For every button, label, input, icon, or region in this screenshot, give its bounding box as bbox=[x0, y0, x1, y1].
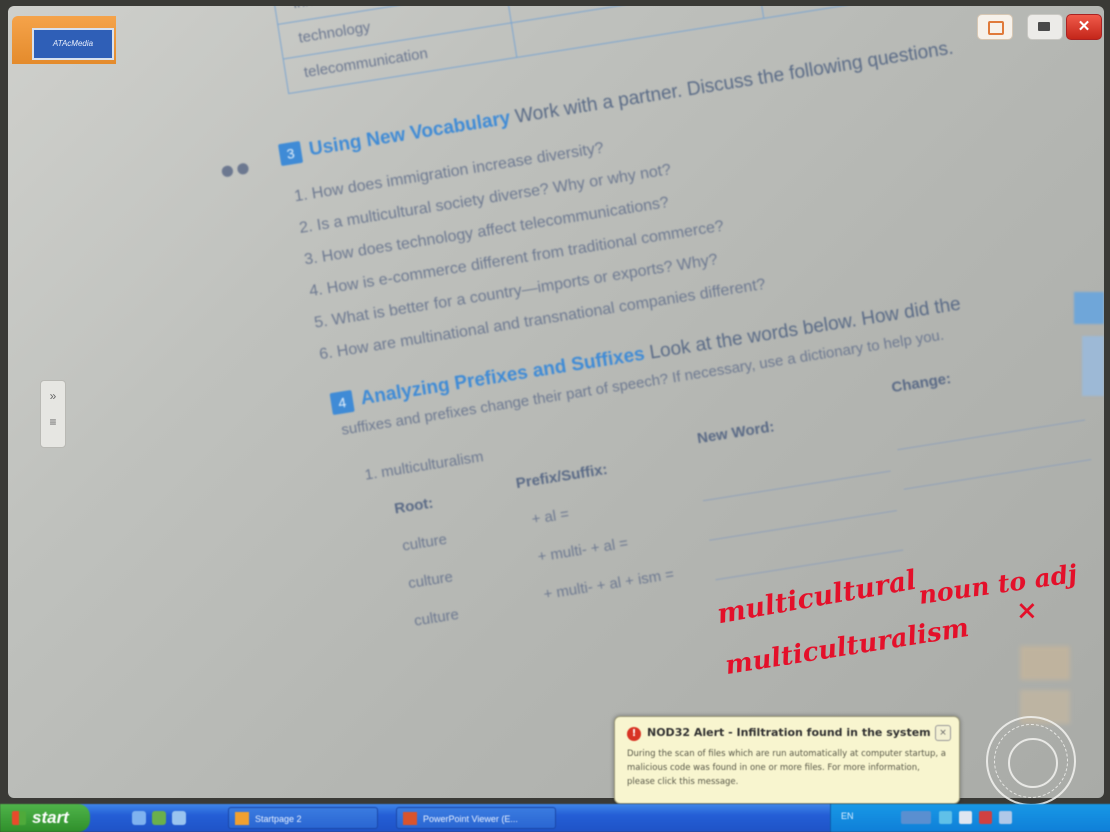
taskbar: start Startpage 2 PowerPoint Viewer (E..… bbox=[0, 804, 1110, 832]
expand-arrows-icon: » bbox=[49, 389, 57, 403]
quick-launch-icon[interactable] bbox=[152, 811, 166, 825]
quick-launch-icon[interactable] bbox=[172, 811, 186, 825]
root-word: culture bbox=[401, 530, 449, 555]
root-word: culture bbox=[412, 605, 461, 630]
affix-formula: + multi- + al = bbox=[536, 534, 630, 566]
section-title: Using New Vocabulary bbox=[307, 107, 512, 161]
powerpoint-icon bbox=[403, 812, 417, 825]
alert-close-button[interactable]: × bbox=[935, 725, 951, 741]
textbook-page: innovation technology telecommunication … bbox=[68, 6, 1104, 798]
page-edge-note bbox=[1020, 646, 1070, 680]
section-number: 4 bbox=[329, 389, 355, 416]
picture-in-picture-button[interactable] bbox=[977, 14, 1013, 40]
viewer-logo: ATAcMedia bbox=[12, 16, 116, 64]
alert-message[interactable]: During the scan of files which are run a… bbox=[627, 747, 949, 789]
taskbar-item[interactable]: Startpage 2 bbox=[228, 807, 378, 829]
answer-line bbox=[702, 470, 891, 502]
column-header-affix: Prefix/Suffix: bbox=[514, 460, 609, 493]
start-label: start bbox=[32, 808, 69, 827]
alert-title: NOD32 Alert - Infiltration found in the … bbox=[647, 726, 931, 739]
presentation-screen: innovation technology telecommunication … bbox=[8, 6, 1104, 798]
volume-icon[interactable] bbox=[999, 811, 1012, 824]
start-button[interactable]: start bbox=[0, 804, 90, 832]
column-header-change: Change: bbox=[890, 370, 953, 397]
affix-formula: + multi- + al + ism = bbox=[542, 565, 676, 604]
column-header-root: Root: bbox=[393, 494, 435, 518]
section-instruction: Work with a partner. Discuss the followi… bbox=[513, 37, 955, 128]
answer-line bbox=[709, 510, 897, 541]
show-desktop-icon[interactable] bbox=[132, 811, 146, 825]
root-word: culture bbox=[407, 568, 455, 593]
alert-icon: ! bbox=[627, 727, 641, 741]
exercise-item: 1. multiculturalism bbox=[363, 448, 485, 484]
taskbar-item-label: PowerPoint Viewer (E... bbox=[423, 814, 518, 824]
windows-flag-icon bbox=[12, 811, 26, 825]
answer-line bbox=[903, 459, 1092, 490]
minimize-button[interactable] bbox=[1027, 14, 1063, 40]
page-edge-tab bbox=[1082, 336, 1104, 396]
system-tray: EN bbox=[830, 804, 1110, 832]
antivirus-alert-popup[interactable]: ! NOD32 Alert - Infiltration found in th… bbox=[614, 716, 960, 804]
side-panel-handle[interactable]: » ≡ bbox=[40, 380, 66, 448]
affix-formula: + al = bbox=[530, 505, 571, 529]
antivirus-icon[interactable] bbox=[979, 811, 992, 824]
language-indicator[interactable]: EN bbox=[841, 811, 854, 821]
handwritten-mark: × bbox=[1016, 596, 1038, 626]
taskbar-item-label: Startpage 2 bbox=[255, 814, 302, 824]
section-number: 3 bbox=[277, 140, 304, 167]
tray-icon[interactable] bbox=[901, 811, 931, 824]
answer-line bbox=[897, 419, 1086, 451]
column-header-new-word: New Word: bbox=[695, 418, 776, 448]
watermark-seal bbox=[986, 716, 1076, 806]
app-icon bbox=[235, 812, 249, 825]
pair-work-icon: ●● bbox=[217, 151, 253, 186]
vocab-word: technology bbox=[297, 18, 372, 47]
grip-lines-icon: ≡ bbox=[49, 415, 57, 429]
tray-icon[interactable] bbox=[959, 811, 972, 824]
network-icon[interactable] bbox=[939, 811, 952, 824]
logo-label: ATAcMedia bbox=[32, 28, 114, 60]
taskbar-item[interactable]: PowerPoint Viewer (E... bbox=[396, 807, 556, 829]
page-edge-tab bbox=[1074, 292, 1104, 324]
close-button[interactable]: ✕ bbox=[1066, 14, 1102, 40]
vocab-word: innovation bbox=[292, 6, 362, 12]
